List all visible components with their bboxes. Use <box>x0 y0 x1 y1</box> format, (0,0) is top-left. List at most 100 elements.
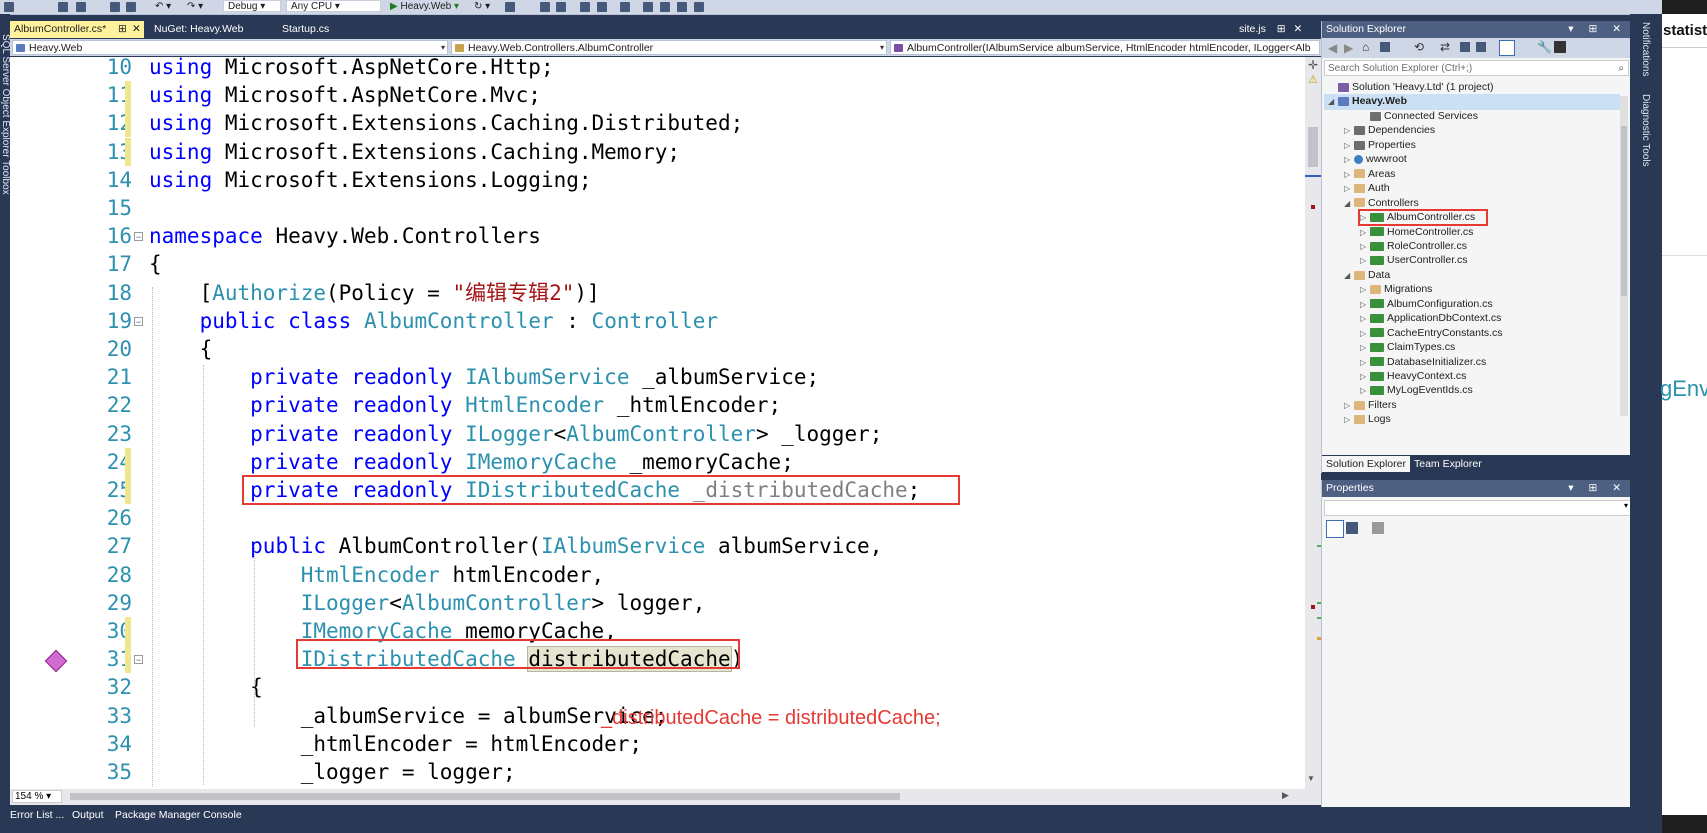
refresh-icon[interactable]: ↻ ▾ <box>474 1 490 13</box>
code-line[interactable]: 16− namespace Heavy.Web.Controllers <box>10 222 1290 250</box>
collapsed-icon[interactable]: ▷ <box>1344 181 1354 196</box>
close-icon[interactable]: ✕ <box>1294 23 1303 35</box>
code-line[interactable]: 22 private readonly HtmlEncoder _htmlEnc… <box>10 391 1290 419</box>
tree-item[interactable]: ▷ CacheEntryConstants.cs <box>1360 326 1503 342</box>
zoom-dropdown[interactable]: 154 % ▾ <box>12 790 62 803</box>
sync-icon[interactable]: ⇄ <box>1440 40 1450 54</box>
tree-item[interactable]: Connected Services <box>1360 109 1478 125</box>
collapsed-icon[interactable]: ▷ <box>1360 225 1370 240</box>
scroll-right-icon[interactable]: ▶ <box>1282 790 1289 801</box>
search-icon[interactable]: ⌕ <box>1618 61 1624 76</box>
tree-item[interactable]: ▷ Dependencies <box>1344 123 1435 139</box>
expanded-icon[interactable]: ◢ <box>1344 196 1354 211</box>
collapse-icon[interactable]: − <box>134 232 143 242</box>
vertical-scrollbar[interactable]: ✛ ⚠ ▼ <box>1305 57 1321 790</box>
code-line[interactable]: 23 private readonly ILogger<AlbumControl… <box>10 420 1290 448</box>
code-line[interactable]: 13 using Microsoft.Extensions.Caching.Mem… <box>10 137 1290 166</box>
code-line[interactable]: 14 using Microsoft.Extensions.Logging; <box>10 166 1290 194</box>
collapsed-icon[interactable]: ▷ <box>1344 152 1354 167</box>
tab-nuget[interactable]: NuGet: Heavy.Web <box>150 21 247 38</box>
pin-icon[interactable]: ⊞ <box>1277 23 1286 35</box>
code-line[interactable]: 10 using Microsoft.AspNetCore.Http; <box>10 57 1290 81</box>
collapse-icon[interactable]: − <box>134 655 143 665</box>
uncomment-icon[interactable] <box>597 2 607 12</box>
collapsed-icon[interactable]: ▷ <box>1360 383 1370 398</box>
collapsed-icon[interactable]: ▷ <box>1360 369 1370 384</box>
format-icon[interactable] <box>556 2 566 12</box>
collapsed-icon[interactable]: ▷ <box>1344 138 1354 153</box>
tree-item[interactable]: ▷ HomeController.cs <box>1360 225 1473 241</box>
code-line[interactable]: 15 <box>10 194 1290 222</box>
project-dropdown[interactable]: Heavy.Web ▾ <box>12 40 448 55</box>
tab-error-list[interactable]: Error List ... <box>10 809 64 821</box>
horizontal-scroll-thumb[interactable] <box>70 793 900 800</box>
code-editor[interactable]: 10 using Microsoft.AspNetCore.Http; 11 usin… <box>10 57 1321 790</box>
code-line[interactable]: 18 [Authorize(Policy = "编辑专辑2")] <box>10 279 1290 307</box>
collapse-icon[interactable]: − <box>134 316 143 326</box>
save-icon[interactable] <box>110 2 120 12</box>
notifications-tab[interactable]: Notifications <box>1640 22 1651 76</box>
indent-icon[interactable] <box>620 2 630 12</box>
property-pages-icon[interactable] <box>1372 522 1384 534</box>
panel-controls[interactable]: ▾ ⊞ ✕ <box>1568 21 1627 38</box>
code-line[interactable]: 32 { <box>10 673 1290 701</box>
collapsed-icon[interactable]: ▷ <box>1360 355 1370 370</box>
tab-output[interactable]: Output <box>72 809 104 821</box>
close-icon[interactable]: ✕ <box>132 21 141 38</box>
browser-link-icon[interactable] <box>505 2 515 12</box>
new-project-icon[interactable] <box>58 2 68 12</box>
tree-item[interactable]: ▷ MyLogEventIds.cs <box>1360 383 1473 399</box>
collapsed-icon[interactable]: ▷ <box>1360 253 1370 268</box>
tree-item[interactable]: ▷ AlbumController.cs <box>1358 209 1488 227</box>
show-all-files-icon[interactable] <box>1476 42 1486 52</box>
diagnostic-tools-tab[interactable]: Diagnostic Tools <box>1640 94 1651 167</box>
code-line[interactable]: 35 _logger = logger; <box>10 758 1290 786</box>
code-line[interactable]: 24 private readonly IMemoryCache _memory… <box>10 447 1290 476</box>
collapsed-icon[interactable]: ▷ <box>1344 412 1354 427</box>
tree-item[interactable]: ▷ HeavyContext.cs <box>1360 369 1466 385</box>
tree-item[interactable]: ▷ AlbumConfiguration.cs <box>1360 297 1493 313</box>
code-line[interactable]: 11 using Microsoft.AspNetCore.Mvc; <box>10 81 1290 110</box>
tree-item[interactable]: ▷ UserController.cs <box>1360 253 1468 269</box>
pending-changes-icon[interactable]: ⟲ <box>1414 40 1424 54</box>
switch-views-icon[interactable] <box>1380 42 1390 52</box>
tab-team-explorer[interactable]: Team Explorer <box>1410 456 1486 472</box>
tree-item[interactable]: ▷ RoleController.cs <box>1360 239 1467 255</box>
collapsed-icon[interactable]: ▷ <box>1344 398 1354 413</box>
code-line[interactable]: 27 public AlbumController(IAlbumService … <box>10 532 1290 560</box>
warning-icon[interactable]: ⚠ <box>1307 74 1319 86</box>
tree-item[interactable]: ▷ Properties <box>1344 138 1416 154</box>
expanded-icon[interactable]: ◢ <box>1328 94 1338 109</box>
properties-object-select[interactable]: ▾ <box>1324 500 1631 516</box>
tab-albumcontroller[interactable]: AlbumController.cs* ⊞ ✕ <box>10 21 144 38</box>
tree-item[interactable]: ▷ Areas <box>1344 167 1395 183</box>
collapsed-icon[interactable]: ▷ <box>1360 326 1370 341</box>
tab-sitejs[interactable]: site.js ⊞ ✕ <box>1235 21 1306 38</box>
categorized-icon[interactable] <box>1326 520 1344 538</box>
home-icon[interactable]: ⌂ <box>1362 40 1369 54</box>
tree-item[interactable]: ▷ wwwroot <box>1344 152 1407 168</box>
tree-item[interactable]: ◢ Data <box>1344 268 1390 284</box>
tree-item[interactable]: ▷ DatabaseInitializer.cs <box>1360 355 1486 371</box>
run-button[interactable]: ▶ Heavy.Web ▾ <box>390 1 459 13</box>
code-line[interactable]: 19− public class AlbumController : Contr… <box>10 307 1290 335</box>
collapsed-icon[interactable]: ▷ <box>1344 167 1354 182</box>
tree-item[interactable]: Solution 'Heavy.Ltd' (1 project) <box>1328 80 1494 96</box>
back-icon[interactable]: ◀ <box>1328 41 1337 55</box>
collapsed-icon[interactable]: ▷ <box>1360 282 1370 297</box>
tab-package-manager-console[interactable]: Package Manager Console <box>115 809 242 821</box>
bookmark-prev-icon[interactable] <box>660 2 670 12</box>
open-icon[interactable] <box>76 2 86 12</box>
bookmark-clear-icon[interactable] <box>694 2 704 12</box>
tree-item[interactable]: ▷ Filters <box>1344 398 1397 414</box>
properties-icon[interactable] <box>1554 41 1566 53</box>
tab-solution-explorer[interactable]: Solution Explorer <box>1322 456 1410 472</box>
pin-icon[interactable]: ⊞ <box>118 21 127 38</box>
back-icon[interactable] <box>4 2 14 12</box>
config-select[interactable]: Debug ▾ <box>223 0 281 12</box>
code-line[interactable]: 34 _htmlEncoder = htmlEncoder; <box>10 730 1290 758</box>
panel-controls[interactable]: ▾ ⊞ ✕ <box>1568 480 1627 497</box>
collapsed-icon[interactable]: ▷ <box>1360 340 1370 355</box>
tree-item[interactable]: ◢ Heavy.Web <box>1324 94 1620 111</box>
collapsed-icon[interactable]: ▷ <box>1360 239 1370 254</box>
